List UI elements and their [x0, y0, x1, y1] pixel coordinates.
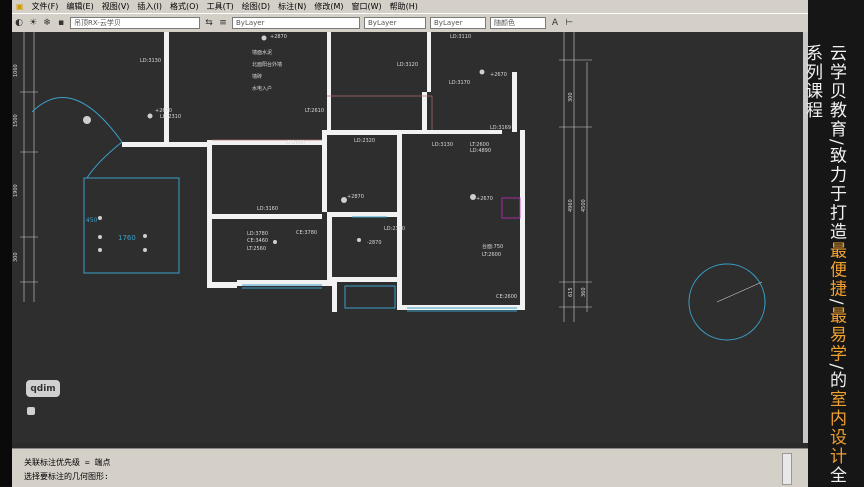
- lock-icon[interactable]: ▪: [55, 17, 67, 29]
- autocad-window: ▣ 文件(F) 编辑(E) 视图(V) 插入(I) 格式(O) 工具(T) 绘图…: [12, 0, 808, 487]
- layer-match-icon[interactable]: ≡: [217, 17, 229, 29]
- menu-draw[interactable]: 绘图(D): [238, 1, 274, 12]
- room-label: LD:2350: [384, 226, 405, 232]
- layer-state-icon[interactable]: ◐: [13, 17, 25, 29]
- banner-highlight-1: 最便捷: [826, 241, 846, 299]
- dim-left-4: 300: [13, 252, 19, 262]
- menu-format[interactable]: 格式(O): [166, 1, 203, 12]
- linetype-combo[interactable]: ByLayer: [364, 17, 426, 29]
- elevation-tag: +2870: [347, 194, 364, 200]
- room-label: LT:2600: [482, 252, 501, 258]
- banner-text: 云学贝教育/致力于打造最便捷/最易学/的室内设计全系列课程: [802, 44, 848, 486]
- layer-combo[interactable]: 吊顶RX-云学贝: [70, 17, 200, 29]
- room-label: 台面:750: [482, 243, 503, 250]
- lineweight-combo[interactable]: ByLayer: [430, 17, 486, 29]
- room-label: LD:2320: [354, 138, 375, 144]
- drawing-canvas[interactable]: 墙面水泥 北面阳台外墙 墙砖 水电入户 LD:3130 LD:3120 LD:2…: [12, 32, 808, 443]
- left-screen-edge: [0, 0, 12, 486]
- room-label: LT:2600: [286, 140, 305, 146]
- command-history-line: 关联标注优先级 = 端点: [24, 458, 111, 467]
- room-label: LD:3169: [490, 125, 511, 131]
- menu-insert[interactable]: 插入(I): [133, 1, 166, 12]
- command-watermark: qdim: [26, 380, 60, 397]
- menu-bar: ▣ 文件(F) 编辑(E) 视图(V) 插入(I) 格式(O) 工具(T) 绘图…: [12, 0, 808, 13]
- menu-edit[interactable]: 编辑(E): [62, 1, 97, 12]
- command-scrollbar[interactable]: [782, 453, 792, 485]
- banner-highlight-2: 最易学: [826, 306, 846, 364]
- layer-previous-icon[interactable]: ⇆: [203, 17, 215, 29]
- room-label: LD:4890: [470, 148, 491, 154]
- dim-right-5: 360: [581, 287, 587, 297]
- room-label: CE:3780: [296, 230, 317, 236]
- dim-450: 450: [86, 217, 98, 224]
- dim-style-icon[interactable]: ⊢: [563, 17, 575, 29]
- dim-right-3: 4500: [581, 199, 587, 212]
- room-label: LD:3110: [450, 34, 471, 40]
- room-label: LD:3130: [432, 142, 453, 148]
- menu-dimension[interactable]: 标注(N): [274, 1, 310, 12]
- note-line-2: 北面阳台外墙: [252, 61, 282, 68]
- room-label: LD:3120: [397, 62, 418, 68]
- menu-tools[interactable]: 工具(T): [203, 1, 238, 12]
- banner-highlight-3: 室内设计: [826, 390, 846, 467]
- elevation-tag: -2870: [367, 240, 382, 246]
- room-label: LD:3130: [140, 58, 161, 64]
- menu-modify[interactable]: 修改(M): [310, 1, 347, 12]
- room-label: LD:3160: [257, 206, 278, 212]
- banner-part-2: /的: [826, 363, 846, 391]
- plotstyle-combo[interactable]: 随颜色: [490, 17, 546, 29]
- menu-view[interactable]: 视图(V): [98, 1, 134, 12]
- app-icon[interactable]: ▣: [12, 2, 28, 11]
- banner-part-1: 云学贝教育/致力于打造: [826, 44, 846, 242]
- promo-banner: 云学贝教育/致力于打造最便捷/最易学/的室内设计全系列课程: [802, 0, 864, 486]
- dim-1760: 1760: [118, 234, 136, 242]
- watermark-dot: [27, 407, 35, 415]
- dim-left-1: 1060: [13, 64, 19, 77]
- dim-right-2: 4960: [568, 199, 574, 212]
- note-line-3: 墙砖: [252, 73, 262, 80]
- menu-window[interactable]: 窗口(W): [348, 1, 386, 12]
- dim-right-1: 300: [568, 92, 574, 102]
- room-label: CE:3460: [247, 238, 268, 244]
- menu-file[interactable]: 文件(F): [28, 1, 63, 12]
- note-line-1: 墙面水泥: [252, 49, 272, 56]
- freeze-icon[interactable]: ❄: [41, 17, 53, 29]
- color-bylayer-combo[interactable]: ByLayer: [232, 17, 360, 29]
- elevation-tag: +2870: [270, 34, 287, 40]
- room-label: LT:2610: [305, 108, 324, 114]
- command-prompt-line[interactable]: 选择要标注的几何图形:: [24, 471, 109, 483]
- room-label: LD:3780: [247, 231, 268, 237]
- light-bulb-icon[interactable]: ☀: [27, 17, 39, 29]
- properties-toolbar: ◐ ☀ ❄ ▪ 吊顶RX-云学贝 ⇆ ≡ ByLayer ByLayer ByL…: [12, 13, 808, 33]
- elevation-tag: +2670: [476, 196, 493, 202]
- command-window[interactable]: 关联标注优先级 = 端点 选择要标注的几何图形:: [12, 448, 808, 487]
- dim-left-3: 1900: [13, 184, 19, 197]
- room-label: LD:2310: [160, 114, 181, 120]
- dim-left-2: 1500: [13, 114, 19, 127]
- elevation-tag: +2670: [155, 108, 172, 114]
- room-label: CE:2600: [496, 294, 517, 300]
- floor-plan: 墙面水泥 北面阳台外墙 墙砖 水电入户 LD:3130 LD:3120 LD:2…: [13, 32, 766, 341]
- elevation-tag: +2670: [490, 72, 507, 78]
- note-line-4: 水电入户: [252, 85, 272, 92]
- room-label: LT:2600: [470, 142, 489, 148]
- menu-help[interactable]: 帮助(H): [386, 1, 422, 12]
- dim-right-4: 615: [568, 287, 574, 297]
- text-style-icon[interactable]: A: [549, 17, 561, 29]
- room-label: LD:3170: [449, 80, 470, 86]
- room-label: LT:2560: [247, 246, 266, 252]
